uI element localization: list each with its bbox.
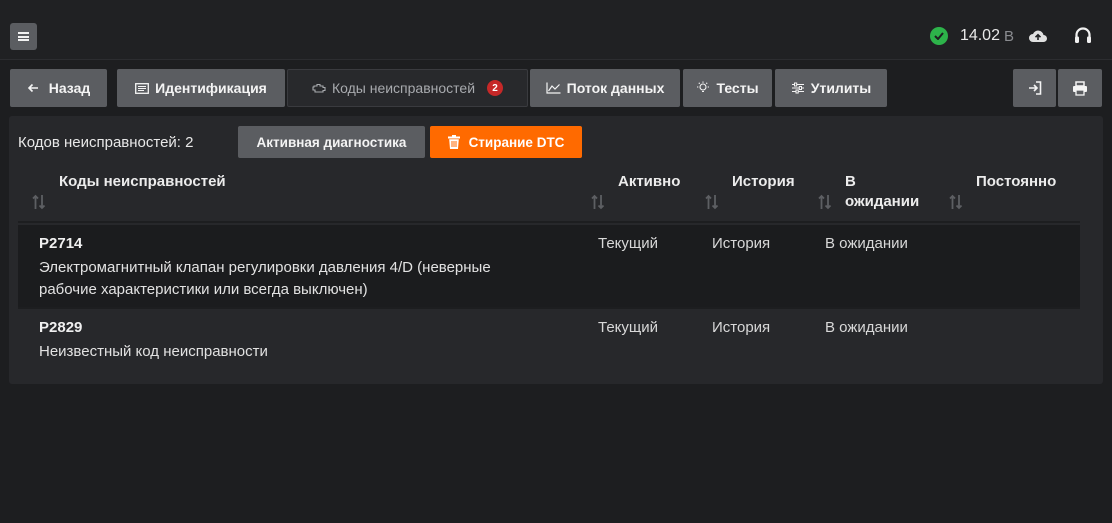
tab-dtc[interactable]: Коды неисправностей 2	[287, 69, 528, 107]
dtc-count-badge: 2	[487, 80, 504, 96]
column-header-pending-line1: В	[845, 173, 856, 190]
toolbar: Назад Идентификация Коды неисправностей …	[10, 69, 1102, 107]
tab-identification[interactable]: Идентификация	[117, 69, 285, 107]
dtc-history-status: История	[712, 319, 771, 336]
tab-utilities-label: Утилиты	[810, 80, 872, 96]
tab-tests-label: Тесты	[716, 80, 759, 96]
engine-icon	[312, 83, 326, 93]
dtc-description-line: Электромагнитный клапан регулировки давл…	[39, 259, 491, 276]
export-button[interactable]	[1013, 69, 1056, 107]
dtc-description: Неизвестный код неисправности	[39, 341, 599, 363]
dtc-description-line: рабочие характеристики или всегда выключ…	[39, 281, 368, 298]
dtc-panel: Кодов неисправностей: 2 Активная диагнос…	[9, 116, 1103, 384]
arrow-left-icon	[27, 83, 39, 93]
tab-datastream-label: Поток данных	[566, 80, 665, 96]
column-header-active[interactable]: Активно	[618, 172, 680, 192]
dtc-description: Электромагнитный клапан регулировки давл…	[39, 257, 599, 301]
sort-codes-icon[interactable]	[32, 194, 46, 210]
id-card-icon	[135, 82, 150, 94]
header-divider	[18, 221, 1080, 223]
column-header-codes[interactable]: Коды неисправностей	[59, 172, 226, 192]
cloud-upload-icon[interactable]	[1028, 28, 1048, 44]
sign-in-icon	[1027, 80, 1043, 96]
dtc-code: P2829	[39, 319, 83, 336]
headset-icon[interactable]	[1074, 26, 1092, 46]
menu-button[interactable]	[10, 23, 37, 50]
table-row[interactable]: P2714 Электромагнитный клапан регулировк…	[18, 225, 1080, 307]
active-diagnostics-button[interactable]: Активная диагностика	[238, 126, 425, 158]
column-header-pending-line2: ожидании	[845, 193, 920, 210]
status-area: 14.02 В	[929, 22, 1092, 50]
tab-datastream[interactable]: Поток данных	[530, 69, 680, 107]
dtc-active-status: Текущий	[598, 319, 658, 336]
dtc-pending-status: В ожидании	[825, 235, 908, 252]
dtc-history-status: История	[712, 235, 771, 252]
table-row[interactable]: P2829 Неизвестный код неисправности Теку…	[18, 309, 1080, 369]
tab-tests[interactable]: Тесты	[683, 69, 772, 107]
back-button[interactable]: Назад	[10, 69, 107, 107]
voltage-value: 14.02	[959, 27, 1000, 44]
dtc-code: P2714	[39, 235, 83, 252]
dtc-summary: Кодов неисправностей: 2	[18, 134, 194, 151]
sort-history-icon[interactable]	[705, 194, 719, 210]
sliders-icon	[791, 82, 805, 94]
dtc-description-line: Неизвестный код неисправности	[39, 343, 268, 360]
hamburger-icon	[18, 32, 29, 41]
voltage-unit: В	[1003, 27, 1014, 45]
clear-dtc-label: Стирание DTC	[468, 134, 565, 150]
print-button[interactable]	[1058, 69, 1102, 107]
top-bar: 14.02 В	[0, 0, 1112, 60]
column-header-pending[interactable]: В ожидании	[845, 172, 919, 212]
dtc-active-status: Текущий	[598, 235, 658, 252]
column-header-history[interactable]: История	[732, 172, 795, 192]
sort-pending-icon[interactable]	[818, 194, 832, 210]
printer-icon	[1072, 80, 1088, 96]
sort-active-icon[interactable]	[591, 194, 605, 210]
column-header-permanent[interactable]: Постоянно	[976, 172, 1056, 192]
trash-icon	[447, 135, 460, 149]
line-chart-icon	[546, 82, 561, 94]
clear-dtc-button[interactable]: Стирание DTC	[430, 126, 582, 158]
tab-dtc-label: Коды неисправностей	[331, 80, 476, 96]
sort-permanent-icon[interactable]	[949, 194, 963, 210]
tab-identification-label: Идентификация	[155, 80, 267, 96]
back-label: Назад	[48, 80, 91, 96]
tab-utilities[interactable]: Утилиты	[775, 69, 887, 107]
check-circle-icon	[929, 27, 948, 45]
dtc-pending-status: В ожидании	[825, 319, 908, 336]
lightbulb-icon	[696, 81, 710, 95]
